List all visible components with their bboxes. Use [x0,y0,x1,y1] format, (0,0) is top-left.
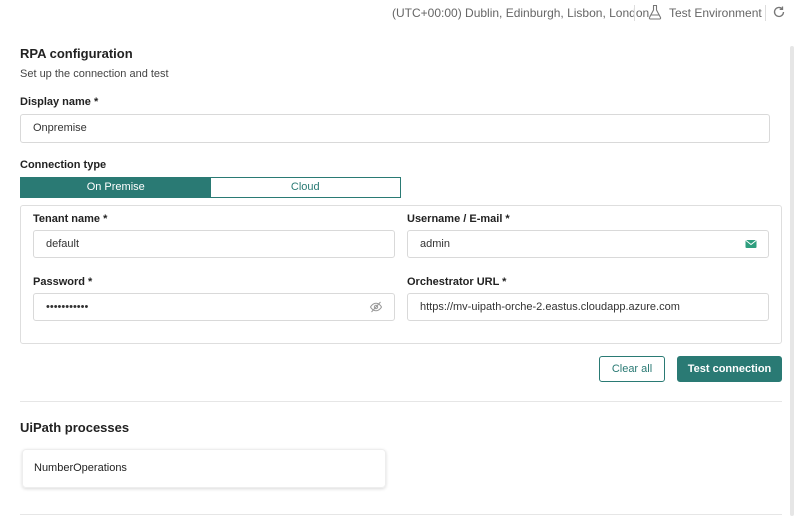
tenant-value: default [46,238,80,250]
environment-label: Test Environment [669,6,762,20]
processes-title: UiPath processes [20,420,130,435]
orchestrator-url-label: Orchestrator URL * [407,276,507,288]
display-name-input[interactable]: Onpremise [20,114,770,143]
cloud-option[interactable]: Cloud [210,178,400,197]
credentials-panel [20,205,782,344]
display-name-value: Onpremise [33,122,87,134]
display-name-label: Display name * [20,96,99,108]
section-divider [20,514,782,515]
tenant-label: Tenant name * [33,213,108,225]
tenant-input[interactable]: default [33,230,395,258]
timezone-label: (UTC+00:00) Dublin, Edinburgh, Lisbon, L… [392,6,650,20]
password-label: Password * [33,276,93,288]
divider [634,5,635,21]
flask-icon [647,4,663,20]
top-bar: (UTC+00:00) Dublin, Edinburgh, Lisbon, L… [0,0,794,26]
eye-off-icon[interactable] [369,300,383,314]
page-subtitle: Set up the connection and test [20,68,169,80]
orchestrator-url-input[interactable]: https://mv-uipath-orche-2.eastus.cloudap… [407,293,769,321]
page-title: RPA configuration [20,46,133,61]
username-input[interactable]: admin [407,230,769,258]
email-icon [744,237,758,251]
connection-type-toggle: On Premise Cloud [20,177,401,198]
process-card[interactable]: NumberOperations [22,449,386,488]
section-divider [20,401,782,402]
test-connection-button[interactable]: Test connection [677,356,782,382]
orchestrator-url-value: https://mv-uipath-orche-2.eastus.cloudap… [420,301,680,313]
password-input[interactable]: ••••••••••• [33,293,395,321]
process-name: NumberOperations [34,462,127,474]
username-value: admin [420,238,450,250]
clear-all-button[interactable]: Clear all [599,356,665,382]
divider [765,5,766,21]
password-value: ••••••••••• [46,301,89,313]
on-premise-option[interactable]: On Premise [21,178,211,197]
username-label: Username / E-mail * [407,213,510,225]
scrollbar[interactable] [790,46,794,516]
refresh-icon[interactable] [772,5,786,19]
connection-type-label: Connection type [20,159,107,171]
